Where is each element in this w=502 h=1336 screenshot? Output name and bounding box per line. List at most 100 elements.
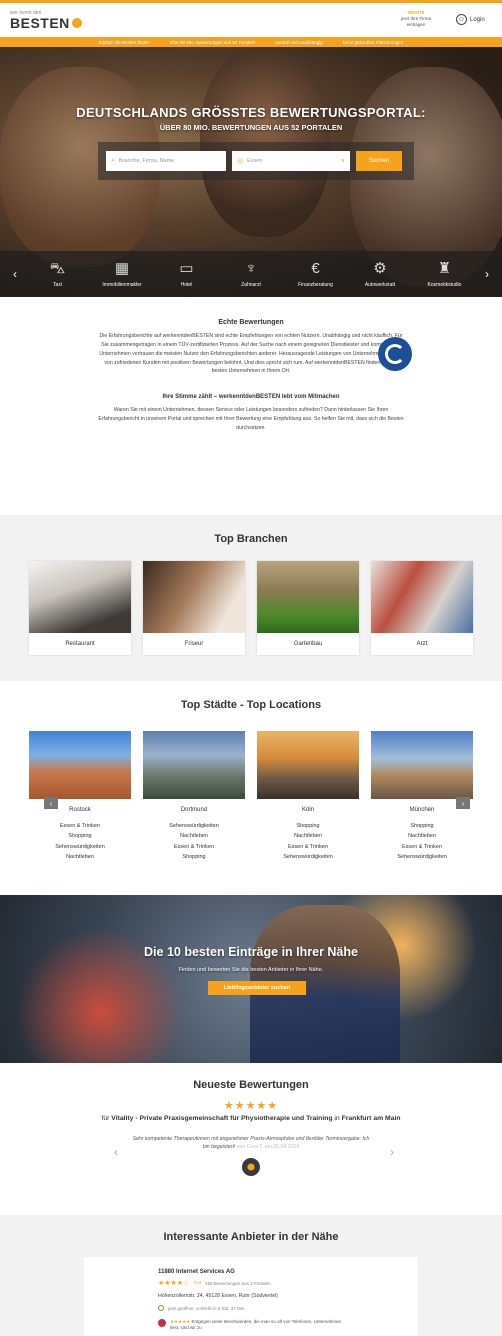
section-title: Echte Bewertungen: [218, 319, 284, 326]
chevron-left-icon[interactable]: ‹: [8, 267, 22, 281]
reviewer-avatar: [242, 1158, 260, 1177]
clock-icon: [158, 1305, 164, 1311]
branche-image: [143, 561, 245, 633]
chevron-left-icon[interactable]: ‹: [114, 1145, 118, 1159]
category-label: Finanzberatung: [298, 282, 333, 288]
provider-card[interactable]: 11880 Internet Services AG ★★★★☆ Gut 258…: [84, 1257, 418, 1336]
category-zahnarzt[interactable]: ♆ Zahnarzt: [222, 260, 280, 288]
provider-review-snippet: ★★★★★ Entgegen vieler Beschwerden, die m…: [158, 1319, 344, 1331]
add-company-link[interactable]: GRATIS jetzt Ihre Firma eintragen: [392, 10, 440, 28]
provider-grade: Gut: [193, 1280, 202, 1286]
city-tag[interactable]: Shopping: [257, 821, 359, 831]
site-logo[interactable]: wer kennt den BESTEN: [10, 10, 82, 30]
branche-label: Arzt: [416, 641, 428, 647]
city-tag[interactable]: Nachtleben: [143, 831, 245, 841]
city-tag[interactable]: Sehenswürdigkeiten: [143, 821, 245, 831]
city-tag[interactable]: Sehenswürdigkeiten: [257, 852, 359, 862]
city-card-koeln[interactable]: Köln Shopping Nachtleben Essen & Trinken…: [257, 731, 359, 863]
reviewer-avatar: [158, 1319, 166, 1327]
provider-open-status: jetzt geöffnet, schließt in 6 Std. 37 Mi…: [168, 1305, 246, 1311]
category-label: Autowerkstatt: [364, 282, 396, 288]
cta-line2: eintragen: [406, 21, 426, 27]
search-icon: ⌕: [111, 157, 115, 164]
favorite-provider-search-button[interactable]: Lieblingsanbieter suchen: [208, 981, 306, 995]
provider-opening: jetzt geöffnet, schließt in 6 Std. 37 Mi…: [158, 1305, 344, 1311]
city-image: [143, 731, 245, 799]
branche-card-friseur[interactable]: Friseur: [143, 561, 245, 655]
city-tag[interactable]: Shopping: [371, 821, 473, 831]
nearby-providers-section: Interessante Anbieter in der Nähe 11880 …: [0, 1215, 502, 1336]
euro-icon: €: [311, 260, 320, 277]
chevron-right-icon[interactable]: ›: [456, 797, 470, 809]
city-tag[interactable]: Shopping: [143, 852, 245, 862]
site-header: wer kennt den BESTEN GRATIS jetzt Ihre F…: [0, 3, 502, 37]
category-hotel[interactable]: ▭ Hotel: [158, 260, 216, 288]
section-title: Top Branchen: [214, 533, 288, 545]
branche-label: Friseur: [184, 641, 204, 647]
section-title: Top Städte - Top Locations: [180, 699, 322, 711]
city-card-dortmund[interactable]: Dortmund Sehenswürdigkeiten Nachtleben E…: [143, 731, 245, 863]
city-tag[interactable]: Essen & Trinken: [143, 842, 245, 852]
branche-card-restaurant[interactable]: Restaurant: [29, 561, 131, 655]
usp-bar: Einfach die Besten finden über 80 Mio. B…: [0, 37, 502, 47]
category-immobilienmakler[interactable]: ▦ Immobilienmakler: [93, 260, 151, 288]
city-tag[interactable]: Essen & Trinken: [29, 821, 131, 831]
review-company-link[interactable]: Vitality - Private Praxisgemeinschaft fü…: [111, 1115, 332, 1122]
review-for: für: [101, 1115, 110, 1122]
usp-item: über 80 Mio. Bewertungen aus 52 Portalen: [169, 39, 256, 45]
category-label: Kosmetikstudio: [427, 282, 462, 288]
top-branchen-section: Top Branchen Restaurant Friseur Gartenba…: [0, 515, 502, 681]
participation-text: Waren Sie mit einem Unternehmen, dessen …: [98, 407, 404, 431]
section-subtitle: Ihre Stimme zählt – werkenntdenBESTEN le…: [162, 394, 340, 401]
city-tag[interactable]: Shopping: [29, 831, 131, 841]
category-taxi[interactable]: ⛍ Taxi: [29, 260, 87, 288]
city-tag[interactable]: Nachtleben: [257, 831, 359, 841]
category-autowerkstatt[interactable]: ⚙ Autowerkstatt: [351, 260, 409, 288]
search-input[interactable]: ⌕ Branche, Firma, Name: [106, 151, 226, 171]
branche-image: [257, 561, 359, 633]
city-tag[interactable]: Nachtleben: [371, 831, 473, 841]
branche-image: [371, 561, 473, 633]
clear-icon[interactable]: ×: [341, 158, 345, 165]
chevron-right-icon[interactable]: ›: [480, 267, 494, 281]
category-finanzberatung[interactable]: € Finanzberatung: [287, 260, 345, 288]
provider-stars: ★★★★☆: [158, 1280, 190, 1287]
location-input[interactable]: ◎ Essen ×: [232, 151, 350, 171]
intro-text: Die Erfahrungsberichte auf werkenntdenBE…: [99, 333, 403, 375]
category-kosmetikstudio[interactable]: ♜ Kosmetikstudio: [416, 260, 474, 288]
login-label: Login: [470, 16, 485, 23]
city-tags: Sehenswürdigkeiten Nachtleben Essen & Tr…: [143, 821, 245, 863]
city-name: Köln: [301, 807, 314, 813]
city-name: Dortmund: [180, 807, 208, 813]
review-meta: von Cora T. am 05.04.2019: [236, 1144, 300, 1151]
city-tag[interactable]: Essen & Trinken: [257, 842, 359, 852]
provider-rating: ★★★★☆ Gut 258 Bewertungen aus 3 Portalen: [158, 1279, 344, 1287]
promo-title: Die 10 besten Einträge in Ihrer Nähe: [144, 945, 358, 959]
login-button[interactable]: ☺ Login: [456, 14, 485, 25]
section-title: Interessante Anbieter in der Nähe: [163, 1231, 339, 1243]
logo-text: BESTEN: [10, 14, 70, 31]
branche-card-gartenbau[interactable]: Gartenbau: [257, 561, 359, 655]
city-image: [29, 731, 131, 799]
city-tag[interactable]: Sehenswürdigkeiten: [371, 852, 473, 862]
usp-item: keine gekauften Platzierungen: [342, 39, 404, 45]
tuv-seal-icon: [378, 337, 412, 371]
logo-wordmark: BESTEN: [10, 16, 82, 30]
building-icon: ▦: [114, 260, 130, 277]
top-staedte-section: Top Städte - Top Locations Rostock Essen…: [0, 681, 502, 895]
chevron-left-icon[interactable]: ‹: [44, 797, 58, 809]
review-text: Sehr kompetente Therapeutinnen mit angen…: [131, 1135, 371, 1153]
category-label: Zahnarzt: [241, 282, 261, 288]
city-tag[interactable]: Essen & Trinken: [371, 842, 473, 852]
city-tag[interactable]: Nachtleben: [29, 852, 131, 862]
provider-name[interactable]: 11880 Internet Services AG: [158, 1269, 344, 1275]
car-repair-icon: ⚙: [373, 260, 387, 277]
branche-card-arzt[interactable]: Arzt: [371, 561, 473, 655]
city-tag[interactable]: Sehenswürdigkeiten: [29, 842, 131, 852]
provider-address: Hohenzollernstr. 24, 45128 Essen, Ruhr (…: [158, 1293, 278, 1299]
branche-label: Restaurant: [65, 641, 95, 647]
hero-section: DEUTSCHLANDS GRÖSSTES BEWERTUNGSPORTAL: …: [0, 47, 502, 297]
review-stars: ★★★★★: [223, 1100, 279, 1112]
chevron-right-icon[interactable]: ›: [390, 1145, 394, 1159]
search-button[interactable]: Suchen: [356, 151, 402, 171]
